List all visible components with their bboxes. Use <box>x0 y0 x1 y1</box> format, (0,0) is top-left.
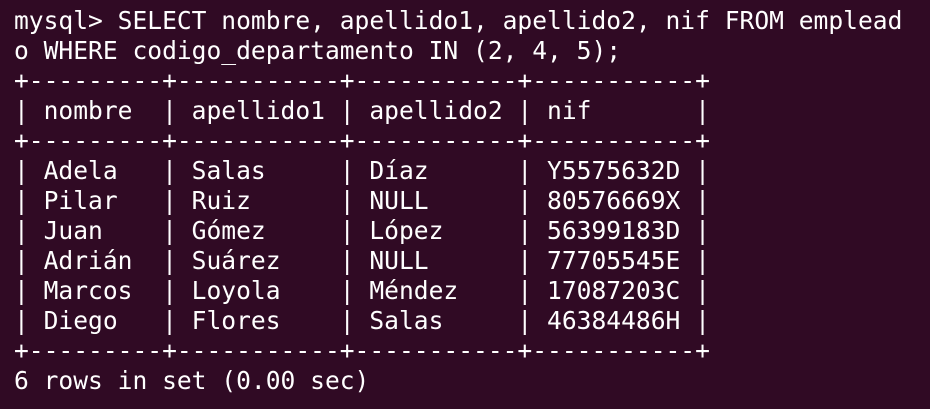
table-border-header: +---------+-----------+-----------+-----… <box>14 126 710 155</box>
table-row: | Juan | Gómez | López | 56399183D | <box>14 216 710 245</box>
command-line-1: mysql> SELECT nombre, apellido1, apellid… <box>14 6 903 35</box>
table-row: | Pilar | Ruiz | NULL | 80576669X | <box>14 186 710 215</box>
table-border-top: +---------+-----------+-----------+-----… <box>14 66 710 95</box>
result-summary: 6 rows in set (0.00 sec) <box>14 366 370 395</box>
table-row: | Diego | Flores | Salas | 46384486H | <box>14 306 710 335</box>
table-border-bottom: +---------+-----------+-----------+-----… <box>14 336 710 365</box>
table-header-row: | nombre | apellido1 | apellido2 | nif | <box>14 96 710 125</box>
command-line-2: o WHERE codigo_departamento IN (2, 4, 5)… <box>14 36 622 65</box>
table-row: | Marcos | Loyola | Méndez | 17087203C | <box>14 276 710 305</box>
table-row: | Adela | Salas | Díaz | Y5575632D | <box>14 156 710 185</box>
table-row: | Adrián | Suárez | NULL | 77705545E | <box>14 246 710 275</box>
terminal-window[interactable]: mysql> SELECT nombre, apellido1, apellid… <box>0 0 930 409</box>
